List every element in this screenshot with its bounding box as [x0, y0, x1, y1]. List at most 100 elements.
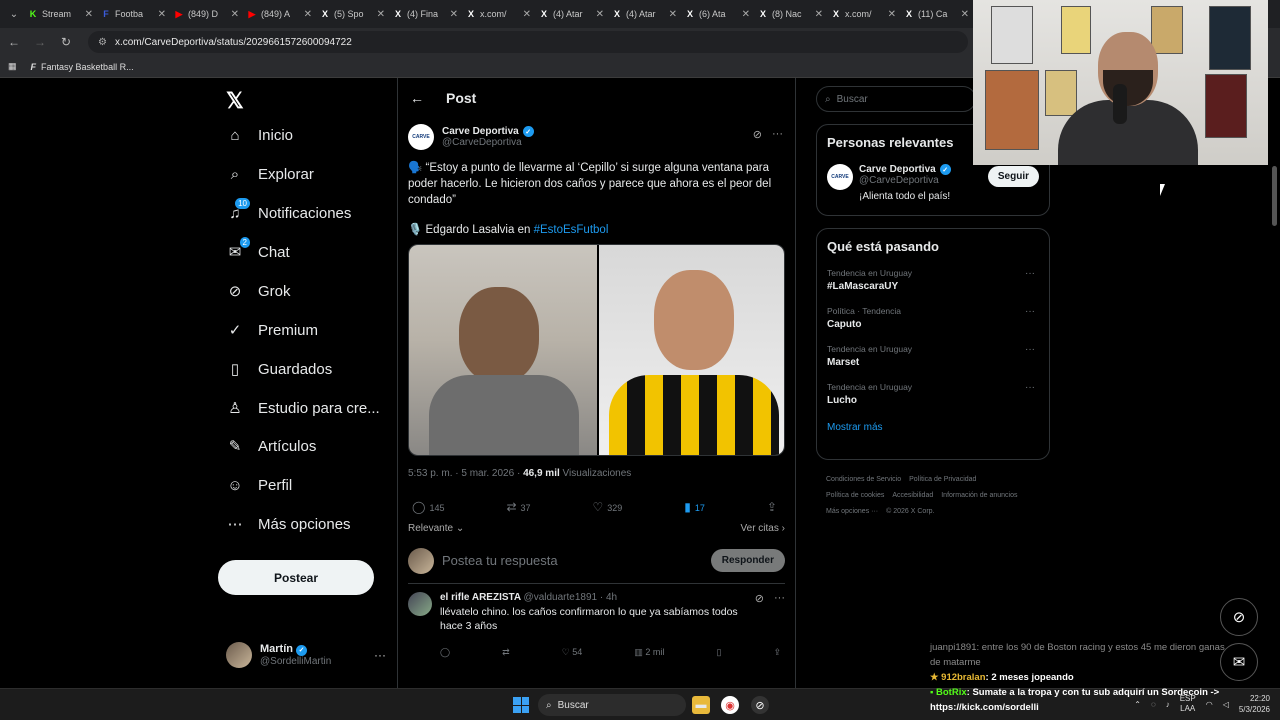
- footer-link[interactable]: Política de cookies: [826, 488, 884, 504]
- browser-tab[interactable]: ▶ (849) A ✕: [243, 3, 316, 25]
- browser-tab[interactable]: F Footba ✕: [97, 3, 170, 25]
- close-icon[interactable]: ✕: [815, 9, 823, 20]
- sidebar-item[interactable]: ✓ Premium: [226, 315, 318, 345]
- browser-tab[interactable]: X (4) Atar ✕: [535, 3, 608, 25]
- sidebar-item[interactable]: ⊘ Grok: [226, 276, 291, 306]
- sidebar-item[interactable]: ✉ 2 Chat: [226, 237, 290, 267]
- browser-tab[interactable]: X (4) Fina ✕: [389, 3, 462, 25]
- footer-link[interactable]: Política de Privacidad: [909, 472, 976, 488]
- reply-author[interactable]: el rifle AREZISTA @valduarte1891 · 4h: [440, 592, 747, 603]
- clock[interactable]: 22:20 5/3/2026: [1239, 693, 1270, 715]
- close-icon[interactable]: ✕: [742, 9, 750, 20]
- chrome-icon[interactable]: ◉: [721, 696, 739, 714]
- app-icon[interactable]: ⊘: [751, 696, 769, 714]
- share-icon[interactable]: ⇪: [773, 647, 781, 658]
- browser-tab[interactable]: ▶ (849) D ✕: [170, 3, 243, 25]
- bookmark-item[interactable]: F Fantasy Basketball R...: [31, 62, 134, 72]
- site-info-icon[interactable]: ⚙: [98, 37, 107, 48]
- grok-float-icon[interactable]: ⊘: [1220, 598, 1258, 636]
- close-icon[interactable]: ✕: [596, 9, 604, 20]
- taskbar-search[interactable]: ⌕ Buscar: [538, 694, 686, 716]
- reply-submit-button[interactable]: Responder: [710, 549, 785, 572]
- avatar[interactable]: [408, 592, 432, 616]
- relevant-user-name[interactable]: Carve Deportiva ✓: [859, 164, 951, 175]
- sort-dropdown[interactable]: Relevante ⌄: [408, 523, 464, 534]
- reply-icon[interactable]: ◯: [440, 647, 450, 658]
- sidebar-item[interactable]: ♫ 10 Notificaciones: [226, 198, 351, 228]
- close-icon[interactable]: ✕: [85, 9, 93, 20]
- sidebar-item[interactable]: ☺ Perfil: [226, 470, 292, 500]
- back-arrow-icon[interactable]: ←: [6, 35, 22, 49]
- sidebar-item[interactable]: ⌂ Inicio: [226, 120, 293, 150]
- tab-search-chevron-icon[interactable]: ⌄: [4, 4, 24, 24]
- grok-icon[interactable]: ⊘: [755, 592, 764, 633]
- x-logo-icon[interactable]: 𝕏: [226, 88, 244, 114]
- browser-tab[interactable]: X (8) Nac ✕: [754, 3, 827, 25]
- footer-link[interactable]: Más opciones ···: [826, 504, 878, 520]
- close-icon[interactable]: ✕: [231, 9, 239, 20]
- trend-item[interactable]: Tendencia en Uruguay Lucho ···: [827, 382, 1039, 406]
- close-icon[interactable]: ✕: [888, 9, 896, 20]
- bookmark-icon[interactable]: ▯: [716, 647, 721, 658]
- footer-link[interactable]: © 2026 X Corp.: [886, 504, 934, 520]
- post-button[interactable]: Postear: [218, 560, 374, 595]
- footer-link[interactable]: Condiciones de Servicio: [826, 472, 901, 488]
- browser-tab[interactable]: X (6) Ata ✕: [681, 3, 754, 25]
- close-icon[interactable]: ✕: [158, 9, 166, 20]
- close-icon[interactable]: ✕: [961, 9, 969, 20]
- trend-item[interactable]: Política · Tendencia Caputo ···: [827, 306, 1039, 330]
- sidebar-item[interactable]: ⋯ Más opciones: [226, 509, 351, 539]
- footer-link[interactable]: Accesibilidad: [892, 488, 933, 504]
- repost-button[interactable]: ⇄ 37: [506, 500, 530, 514]
- views-button[interactable]: ▥ 2 mil: [634, 647, 664, 658]
- post-author[interactable]: CARVE Carve Deportiva ✓ @CarveDeportiva: [408, 124, 785, 150]
- url-field[interactable]: ⚙ x.com/CarveDeportiva/status/2029661572…: [88, 31, 968, 53]
- follow-button[interactable]: Seguir: [987, 166, 1039, 187]
- browser-tab[interactable]: X (5) Spo ✕: [316, 3, 389, 25]
- messages-float-icon[interactable]: ✉: [1220, 643, 1258, 681]
- trend-item[interactable]: Tendencia en Uruguay #LaMascaraUY ···: [827, 268, 1039, 292]
- like-button[interactable]: ♡ 54: [562, 647, 583, 658]
- author-name[interactable]: Carve Deportiva ✓: [442, 126, 534, 137]
- hashtag-link[interactable]: #EstoEsFutbol: [534, 224, 609, 236]
- photo-right[interactable]: [597, 245, 784, 455]
- scrollbar[interactable]: [1272, 166, 1277, 226]
- share-button[interactable]: ⇪: [767, 500, 781, 514]
- reply-button[interactable]: ◯ 145: [412, 500, 444, 514]
- close-icon[interactable]: ✕: [450, 9, 458, 20]
- sidebar-item[interactable]: ♙ Estudio para cre...: [226, 393, 379, 423]
- sidebar-item[interactable]: ✎ Artículos: [226, 431, 317, 461]
- like-button[interactable]: ♡ 329: [593, 500, 623, 514]
- search-input[interactable]: ⌕ Buscar: [816, 86, 976, 112]
- browser-tab[interactable]: X (11) Ca ✕: [900, 3, 973, 25]
- browser-tab[interactable]: X (4) Atar ✕: [608, 3, 681, 25]
- author-avatar[interactable]: CARVE: [827, 164, 853, 190]
- file-explorer-icon[interactable]: ▬: [692, 696, 710, 714]
- photo-left[interactable]: [409, 245, 597, 455]
- show-more-link[interactable]: Mostrar más: [827, 422, 1039, 433]
- close-icon[interactable]: ✕: [669, 9, 677, 20]
- back-arrow-icon[interactable]: ←: [410, 90, 424, 106]
- more-icon[interactable]: ···: [772, 128, 783, 141]
- more-icon[interactable]: ···: [1025, 268, 1035, 279]
- relevant-user[interactable]: CARVE Carve Deportiva ✓ @CarveDeportiva ¡…: [827, 164, 1039, 202]
- reload-icon[interactable]: ↻: [58, 35, 74, 49]
- more-icon[interactable]: ···: [1025, 382, 1035, 393]
- browser-tab[interactable]: K Stream ✕: [24, 3, 97, 25]
- repost-icon[interactable]: ⇄: [502, 647, 510, 658]
- more-icon[interactable]: ···: [374, 648, 386, 662]
- trend-item[interactable]: Tendencia en Uruguay Marset ···: [827, 344, 1039, 368]
- browser-tab[interactable]: Xx.com/ ✕: [827, 3, 900, 25]
- footer-link[interactable]: Información de anuncios: [941, 488, 1017, 504]
- close-icon[interactable]: ✕: [523, 9, 531, 20]
- reply-input[interactable]: Postea tu respuesta: [442, 553, 703, 568]
- reply-item[interactable]: el rifle AREZISTA @valduarte1891 · 4h ll…: [398, 584, 795, 666]
- bookmark-button[interactable]: ▮ 17: [684, 500, 705, 514]
- more-icon[interactable]: ···: [1025, 306, 1035, 317]
- sidebar-item[interactable]: ⌕ Explorar: [226, 159, 314, 189]
- author-avatar[interactable]: CARVE: [408, 124, 434, 150]
- forward-arrow-icon[interactable]: →: [32, 35, 48, 49]
- view-quotes-link[interactable]: Ver citas ›: [741, 523, 785, 534]
- author-handle[interactable]: @CarveDeportiva: [442, 137, 534, 148]
- apps-grid-icon[interactable]: ▦: [8, 61, 17, 72]
